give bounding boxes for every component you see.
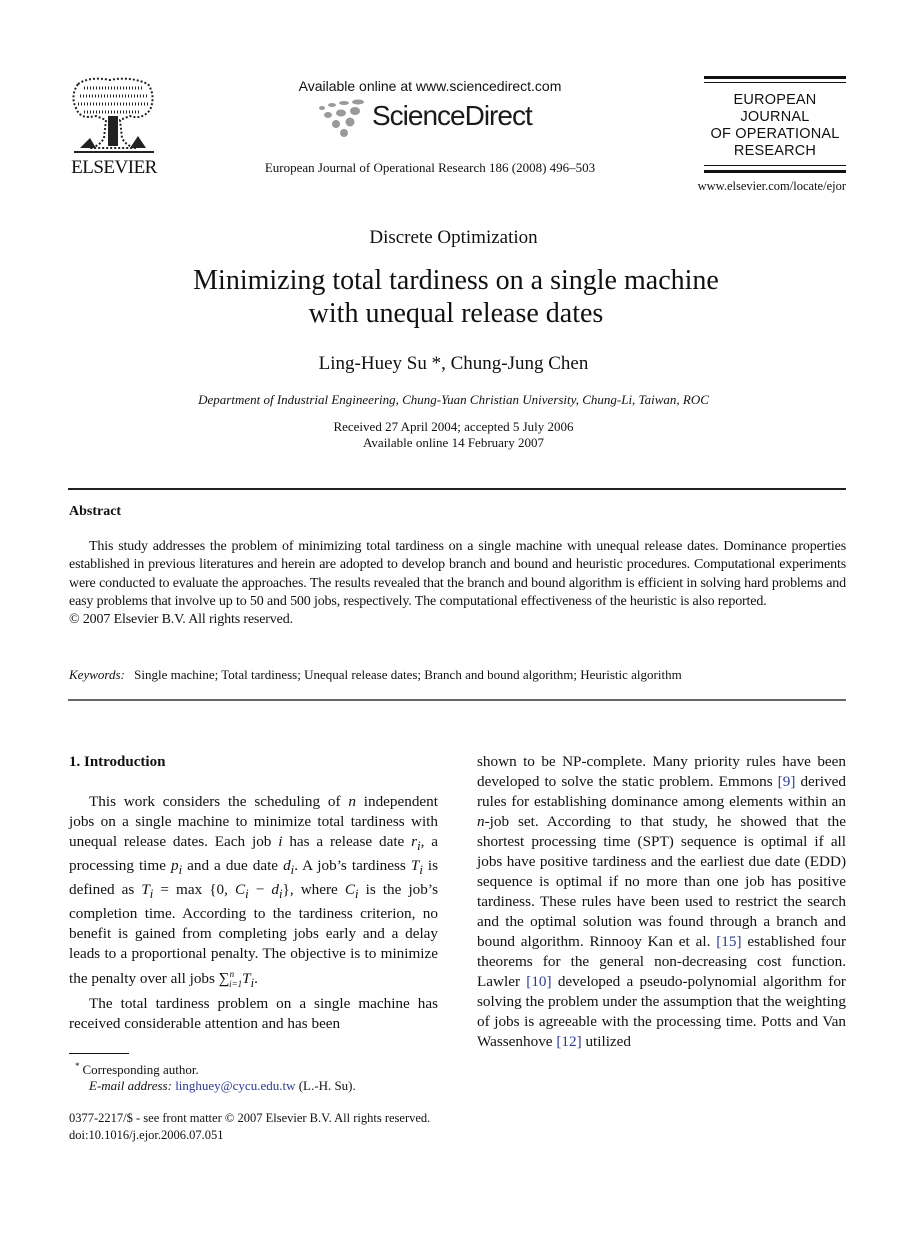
corresponding-author-note: * Corresponding author. bbox=[75, 1061, 199, 1077]
journal-logo-line: RESEARCH bbox=[733, 143, 817, 159]
body-column-right: shown to be NP-complete. Many priority r… bbox=[477, 752, 846, 1052]
journal-logo-title: EUROPEAN JOURNAL OF OPERATIONAL RESEARCH bbox=[704, 92, 846, 160]
elsevier-wordmark: ELSEVIER bbox=[71, 157, 157, 178]
body-paragraph: This work considers the scheduling of n … bbox=[69, 793, 438, 991]
doi-link[interactable]: doi:10.1016/j.ejor.2006.07.051 bbox=[69, 1127, 430, 1144]
citation-link-12[interactable]: [12] bbox=[556, 1033, 581, 1050]
citation-link-10[interactable]: [10] bbox=[526, 973, 551, 990]
journal-logo: EUROPEAN JOURNAL OF OPERATIONAL RESEARCH bbox=[704, 76, 846, 174]
keywords: Keywords: Single machine; Total tardines… bbox=[69, 667, 846, 683]
journal-url-link[interactable]: www.elsevier.com/locate/ejor bbox=[660, 179, 846, 194]
affiliation: Department of Industrial Engineering, Ch… bbox=[198, 392, 709, 407]
divider bbox=[704, 170, 846, 173]
citation-link-15[interactable]: [15] bbox=[716, 933, 741, 950]
issn-line: 0377-2217/$ - see front matter © 2007 El… bbox=[69, 1111, 431, 1125]
footnote: * Corresponding author. E-mail address: l… bbox=[75, 1058, 356, 1094]
divider bbox=[68, 699, 846, 701]
available-online-text: Available online at www.sciencedirect.co… bbox=[298, 78, 562, 94]
available-date: Available online 14 February 2007 bbox=[363, 435, 544, 450]
elsevier-tree-icon bbox=[72, 77, 154, 153]
journal-logo-line: EUROPEAN bbox=[733, 92, 817, 108]
abstract-copyright: © 2007 Elsevier B.V. All rights reserved… bbox=[69, 612, 293, 628]
divider bbox=[704, 82, 846, 83]
paper-title-line: with unequal release dates bbox=[308, 298, 604, 329]
abstract-heading: Abstract bbox=[69, 504, 122, 519]
paper-title: Minimizing total tardiness on a single m… bbox=[100, 264, 812, 330]
elsevier-logo: ELSEVIER bbox=[68, 76, 160, 178]
sciencedirect-logo: ScienceDirect bbox=[314, 96, 554, 138]
authors: Ling-Huey Su *, Chung-Jung Chen bbox=[318, 353, 589, 374]
journal-logo-line: OF OPERATIONAL bbox=[710, 126, 840, 142]
body-paragraph: shown to be NP-complete. Many priority r… bbox=[477, 753, 847, 1050]
journal-citation: European Journal of Operational Research… bbox=[264, 160, 596, 175]
journal-logo-line: JOURNAL bbox=[740, 109, 810, 125]
keywords-label: Keywords: bbox=[69, 667, 125, 682]
sciencedirect-wordmark: ScienceDirect bbox=[372, 100, 533, 131]
section-label: Discrete Optimization bbox=[369, 227, 538, 248]
divider bbox=[704, 165, 846, 166]
article-dates: Received 27 April 2004; accepted 5 July … bbox=[0, 419, 907, 451]
keywords-list: Single machine; Total tardiness; Unequal… bbox=[134, 667, 682, 682]
body-column-left: 1. Introduction This work considers the … bbox=[69, 752, 438, 1034]
divider bbox=[68, 488, 846, 490]
divider bbox=[704, 76, 846, 79]
abstract-text: This study addresses the problem of mini… bbox=[69, 539, 846, 609]
page-footer: 0377-2217/$ - see front matter © 2007 El… bbox=[69, 1110, 430, 1144]
body-paragraph: The total tardiness problem on a single … bbox=[69, 995, 438, 1033]
introduction-heading: 1. Introduction bbox=[69, 754, 166, 770]
paper-title-line: Minimizing total tardiness on a single m… bbox=[193, 265, 719, 296]
footnote-divider bbox=[69, 1053, 129, 1054]
email-link[interactable]: linghuey@cycu.edu.tw bbox=[175, 1078, 295, 1093]
abstract-body: This study addresses the problem of mini… bbox=[69, 538, 846, 629]
citation-link-9[interactable]: [9] bbox=[778, 773, 796, 790]
sciencedirect-dots-icon bbox=[319, 99, 364, 137]
received-date: Received 27 April 2004; accepted 5 July … bbox=[333, 419, 574, 434]
email-note: E-mail address: linghuey@cycu.edu.tw (L.… bbox=[89, 1078, 356, 1093]
